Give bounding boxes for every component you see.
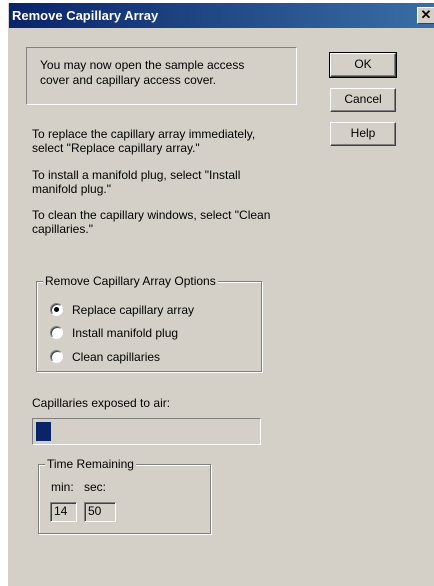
ok-button[interactable]: OK	[329, 52, 397, 78]
close-button[interactable]: ✕	[417, 7, 434, 24]
exposure-label: Capillaries exposed to air:	[32, 396, 171, 410]
options-group: Remove Capillary Array Options Replace c…	[36, 274, 262, 372]
instruction-line: To clean the capillary windows, select "…	[32, 208, 271, 222]
radio-button[interactable]	[50, 303, 63, 316]
instruction-line: select "Replace capillary array."	[32, 141, 200, 155]
seconds-field: 50	[84, 502, 116, 522]
dialog-window: Remove Capillary Array ✕ You may now ope…	[8, 3, 434, 586]
help-button[interactable]: Help	[330, 122, 396, 146]
exposure-progress-bar	[32, 418, 261, 445]
message-box: You may now open the sample access cover…	[26, 47, 297, 105]
instruction-clean: To clean the capillary windows, select "…	[32, 208, 332, 236]
message-line: You may now open the sample access	[40, 58, 245, 72]
option-label: Replace capillary array	[72, 303, 195, 317]
close-icon: ✕	[420, 7, 432, 22]
options-group-label: Remove Capillary Array Options	[43, 274, 218, 288]
radio-button[interactable]	[50, 350, 63, 363]
cancel-button[interactable]: Cancel	[330, 88, 396, 112]
instruction-replace: To replace the capillary array immediate…	[32, 127, 332, 155]
instruction-line: To replace the capillary array immediate…	[32, 127, 256, 141]
seconds-label: sec:	[84, 480, 107, 494]
instruction-line: To install a manifold plug, select "Inst…	[32, 168, 241, 182]
instruction-line: manifold plug."	[32, 182, 111, 196]
instruction-line: capillaries."	[32, 222, 93, 236]
radio-button[interactable]	[50, 326, 63, 339]
minutes-field: 14	[50, 502, 77, 522]
instruction-install: To install a manifold plug, select "Inst…	[32, 168, 332, 196]
option-label: Clean capillaries	[72, 350, 161, 364]
message-line: cover and capillary access cover.	[40, 73, 217, 87]
time-remaining-group: Time Remaining min: sec: 14 50	[38, 457, 211, 534]
time-remaining-label: Time Remaining	[45, 457, 136, 471]
dialog-title: Remove Capillary Array	[12, 8, 159, 23]
minutes-label: min:	[51, 480, 74, 494]
title-bar[interactable]: Remove Capillary Array ✕	[9, 3, 434, 28]
progress-fill	[36, 422, 52, 441]
option-label: Install manifold plug	[72, 326, 179, 340]
